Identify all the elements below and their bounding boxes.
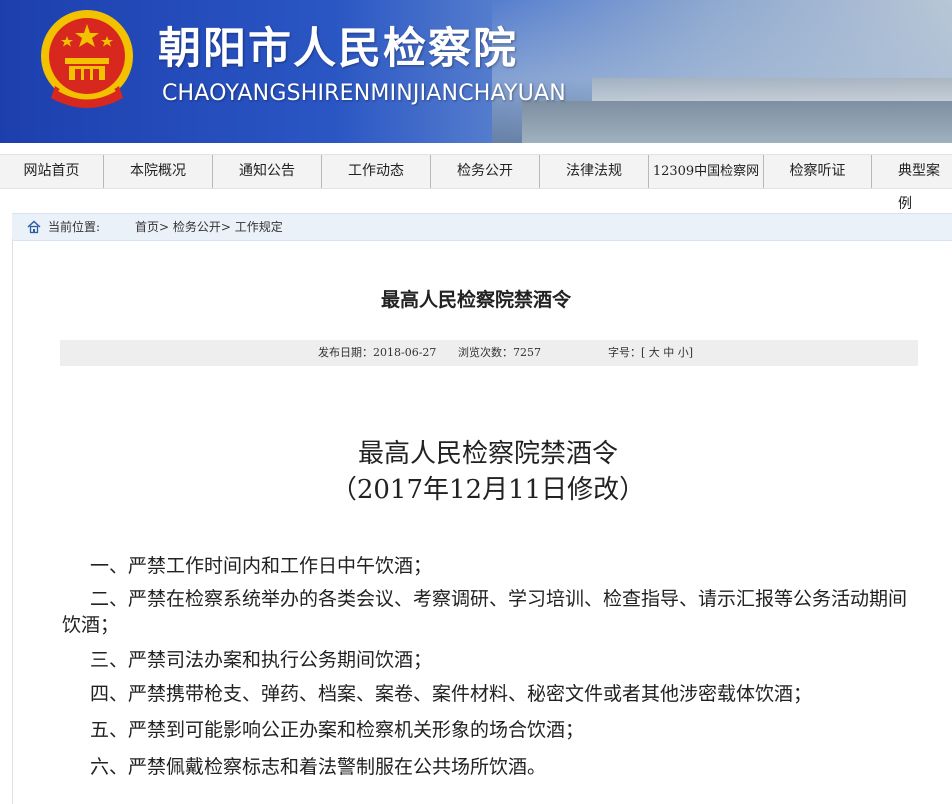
cityscape-background bbox=[592, 78, 952, 102]
location-label: 当前位置: bbox=[48, 220, 101, 234]
nav-item-home[interactable]: 网站首页 bbox=[0, 155, 104, 188]
rule-paragraph: 二、严禁在检察系统举办的各类会议、考察调研、学习培训、检查指导、请示汇报等公务活… bbox=[62, 588, 908, 636]
nav-item-cases[interactable]: 典型案例 bbox=[872, 155, 952, 212]
nav-item-about[interactable]: 本院概况 bbox=[104, 155, 213, 188]
article-title: 最高人民检察院禁酒令 bbox=[380, 289, 571, 311]
site-title: 朝阳市人民检察院 bbox=[158, 24, 518, 74]
document-heading: 最高人民检察院禁酒令 （2017年12月11日修改） bbox=[0, 436, 952, 508]
font-size-close: ] bbox=[688, 346, 694, 359]
document-title: 最高人民检察院禁酒令 bbox=[357, 439, 618, 469]
national-emblem-logo bbox=[41, 10, 133, 108]
home-icon bbox=[27, 220, 41, 234]
nav-item-news[interactable]: 工作动态 bbox=[322, 155, 431, 188]
font-size-medium-button[interactable]: 中 bbox=[663, 346, 674, 359]
nav-item-procuratorial-affairs[interactable]: 检务公开 bbox=[431, 155, 540, 188]
font-size-label: 字号：[ bbox=[608, 346, 646, 359]
rule-paragraph: 六、严禁佩戴检察标志和着法警制服在公共场所饮酒。 bbox=[90, 756, 547, 778]
publish-date: 发布日期：2018-06-27 bbox=[318, 346, 437, 359]
breadcrumb-work-rules[interactable]: 工作规定 bbox=[235, 220, 283, 234]
font-size-large-button[interactable]: 大 bbox=[649, 346, 660, 359]
article-meta-bar: 发布日期：2018-06-27 浏览次数：7257 字号：[ 大 中 小] bbox=[60, 340, 918, 366]
nav-item-laws[interactable]: 法律法规 bbox=[540, 155, 649, 188]
view-count: 浏览次数：7257 bbox=[458, 346, 541, 359]
breadcrumb-home[interactable]: 首页> bbox=[135, 220, 169, 234]
nav-item-notices[interactable]: 通知公告 bbox=[213, 155, 322, 188]
document-revision-date: （2017年12月11日修改） bbox=[330, 475, 646, 505]
rule-paragraph: 四、严禁携带枪支、弹药、档案、案卷、案件材料、秘密文件或者其他涉密载体饮酒； bbox=[90, 683, 813, 705]
font-size-switcher: 字号：[ 大 中 小] bbox=[608, 340, 693, 366]
font-size-small-button[interactable]: 小 bbox=[678, 346, 689, 359]
breadcrumb-bar: 当前位置: 首页> 检务公开> 工作规定 bbox=[12, 213, 952, 241]
nav-item-hearings[interactable]: 检察听证 bbox=[764, 155, 872, 188]
breadcrumb: 首页> 检务公开> 工作规定 bbox=[135, 214, 283, 240]
header-banner: 朝阳市人民检察院 CHAOYANGSHIRENMINJIANCHAYUAN bbox=[0, 0, 952, 143]
main-nav: 网站首页 本院概况 通知公告 工作动态 检务公开 法律法规 12309中国检察网… bbox=[0, 154, 952, 212]
site-subtitle: CHAOYANGSHIRENMINJIANCHAYUAN bbox=[162, 81, 566, 106]
breadcrumb-procuratorial-affairs[interactable]: 检务公开> bbox=[173, 220, 231, 234]
rule-paragraph: 三、严禁司法办案和执行公务期间饮酒； bbox=[90, 649, 433, 671]
rule-paragraph: 一、严禁工作时间内和工作日中午饮酒； bbox=[90, 555, 433, 577]
rule-paragraph: 五、严禁到可能影响公正办案和检察机关形象的场合饮酒； bbox=[90, 719, 585, 741]
nav-item-12309[interactable]: 12309中国检察网 bbox=[649, 155, 764, 188]
river-background bbox=[522, 101, 952, 143]
